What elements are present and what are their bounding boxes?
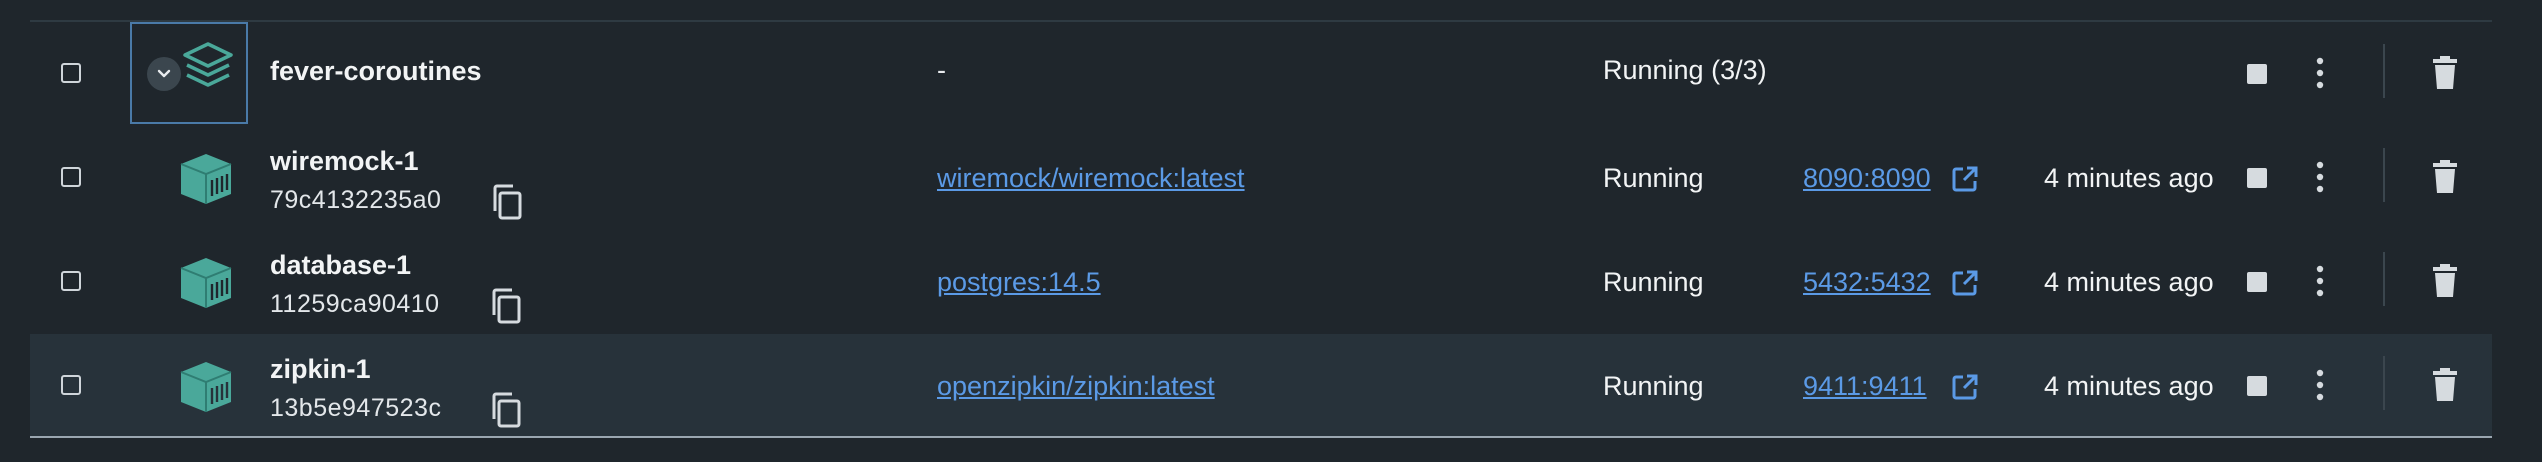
image-link[interactable]: openzipkin/zipkin:latest [937,371,1215,402]
more-vertical-icon[interactable] [2310,159,2330,195]
status-text: Running [1603,163,1704,193]
stop-icon[interactable] [2247,168,2267,188]
stop-icon[interactable] [2247,376,2267,396]
row-checkbox[interactable] [61,63,81,83]
expand-toggle-button[interactable] [147,57,181,91]
actions-divider [2383,44,2385,98]
row-checkbox[interactable] [61,167,81,187]
container-name[interactable]: zipkin-1 [270,354,371,385]
external-link-icon[interactable] [1950,164,1980,194]
started-time: 4 minutes ago [2044,267,2214,297]
table-row[interactable]: database-1 11259ca90410 postgres:14.5 Ru… [30,230,2492,334]
status-text: Running (3/3) [1603,55,1767,85]
more-vertical-icon[interactable] [2310,367,2330,403]
trash-icon[interactable] [2430,368,2460,402]
container-id: 13b5e947523c [270,394,442,422]
trash-icon[interactable] [2430,264,2460,298]
more-vertical-icon[interactable] [2310,263,2330,299]
stack-image: - [937,55,946,85]
container-icon [180,362,232,412]
copy-icon[interactable] [489,288,523,324]
trash-icon[interactable] [2430,160,2460,194]
container-id: 11259ca90410 [270,290,440,318]
external-link-icon[interactable] [1950,268,1980,298]
container-name[interactable]: database-1 [270,250,411,281]
container-name[interactable]: wiremock-1 [270,146,419,177]
external-link-icon[interactable] [1950,372,1980,402]
chevron-down-icon [157,69,171,78]
actions-divider [2383,252,2385,306]
table-row-group[interactable]: fever-coroutines - Running (3/3) [30,22,2492,126]
port-link[interactable]: 8090:8090 [1803,163,1931,194]
stack-layers-icon [183,42,233,87]
copy-icon[interactable] [489,392,523,428]
port-link[interactable]: 9411:9411 [1803,371,1927,402]
actions-divider [2383,356,2385,410]
stop-icon[interactable] [2247,64,2267,84]
table-row[interactable]: wiremock-1 79c4132235a0 wiremock/wiremoc… [30,126,2492,230]
stack-name[interactable]: fever-coroutines [270,56,482,87]
status-text: Running [1603,267,1704,297]
image-link[interactable]: postgres:14.5 [937,267,1101,298]
container-icon [180,154,232,204]
more-vertical-icon[interactable] [2310,55,2330,91]
stop-icon[interactable] [2247,272,2267,292]
row-checkbox[interactable] [61,375,81,395]
copy-icon[interactable] [490,184,524,220]
port-link[interactable]: 5432:5432 [1803,267,1931,298]
image-link[interactable]: wiremock/wiremock:latest [937,163,1245,194]
row-checkbox[interactable] [61,271,81,291]
trash-icon[interactable] [2430,56,2460,90]
table-row-hovered[interactable]: zipkin-1 13b5e947523c openzipkin/zipkin:… [30,334,2492,438]
actions-divider [2383,148,2385,202]
started-time: 4 minutes ago [2044,371,2214,401]
started-time: 4 minutes ago [2044,163,2214,193]
container-id: 79c4132235a0 [270,186,442,214]
status-text: Running [1603,371,1704,401]
container-icon [180,258,232,308]
